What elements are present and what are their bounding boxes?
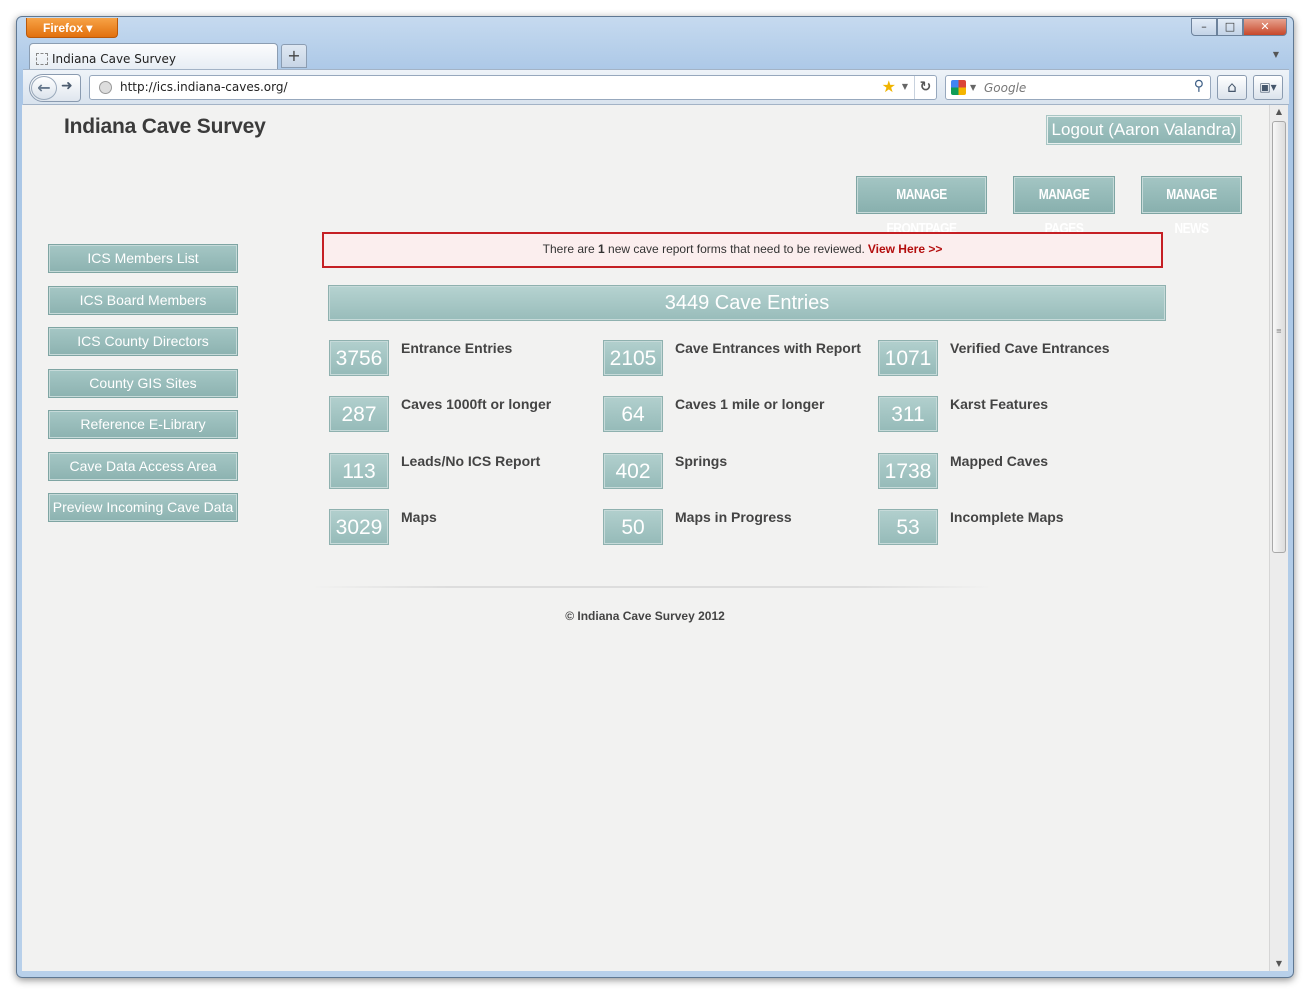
navigation-toolbar: ← ➜ http://ics.indiana-caves.org/ ★ ▼ ↻ … (23, 69, 1289, 105)
search-icon[interactable]: ⚲ (1194, 78, 1204, 94)
tab-title: Indiana Cave Survey (52, 52, 176, 66)
stat-value[interactable]: 287 (330, 397, 388, 431)
minimize-button[interactable]: – (1191, 18, 1217, 36)
alert-count: 1 (598, 242, 605, 256)
forward-button[interactable]: ➜ (61, 78, 73, 94)
sidebar-item-board-members[interactable]: ICS Board Members (49, 287, 237, 314)
stat-value[interactable]: 3756 (330, 341, 388, 375)
stat-label[interactable]: Verified Cave Entrances (950, 340, 1110, 356)
google-icon[interactable] (951, 80, 966, 95)
url-text: http://ics.indiana-caves.org/ (120, 80, 288, 94)
bookmarks-button[interactable]: ▣▾ (1253, 75, 1283, 100)
window-controls: – □ ✕ (1191, 18, 1287, 36)
firefox-menu-button[interactable]: Firefox ▾ (26, 18, 118, 38)
view-here-link[interactable]: View Here >> (868, 242, 943, 256)
cave-entries-total: 3449 Cave Entries (329, 286, 1165, 320)
bookmarks-icon: ▣▾ (1259, 80, 1277, 94)
logout-button[interactable]: Logout (Aaron Valandra) (1046, 115, 1242, 145)
vertical-scrollbar[interactable]: ▲ ≡ ▼ (1269, 105, 1288, 971)
stat-value[interactable]: 113 (330, 454, 388, 488)
firefox-menu-label: Firefox (43, 21, 84, 35)
globe-icon (99, 81, 112, 94)
manage-news-label: MANAGE NEWS (1166, 186, 1217, 237)
tab-list-chevron-icon[interactable]: ▼ (1273, 50, 1279, 59)
home-icon: ⌂ (1227, 78, 1237, 96)
review-alert: There are 1 new cave report forms that n… (322, 232, 1163, 268)
alert-suffix: new cave report forms that need to be re… (604, 242, 865, 256)
search-placeholder: Google (984, 81, 1027, 95)
chevron-down-icon: ▾ (86, 21, 93, 35)
stat-value[interactable]: 3029 (330, 510, 388, 544)
stat-value[interactable]: 2105 (604, 341, 662, 375)
reload-button[interactable]: ↻ (914, 76, 936, 99)
stat-value[interactable]: 311 (879, 397, 937, 431)
stat-value[interactable]: 1071 (879, 341, 937, 375)
search-input[interactable]: ▼ Google ⚲ (945, 75, 1211, 100)
stat-value[interactable]: 402 (604, 454, 662, 488)
grip-icon: ≡ (1276, 327, 1282, 335)
stat-value[interactable]: 50 (604, 510, 662, 544)
back-button[interactable]: ← (31, 76, 57, 100)
search-engine-dropdown-icon[interactable]: ▼ (970, 83, 976, 92)
manage-pages-button[interactable]: MANAGE PAGES (1014, 177, 1114, 237)
footer-divider (312, 586, 992, 588)
close-button[interactable]: ✕ (1243, 18, 1287, 36)
page-viewport: Indiana Cave Survey Logout (Aaron Valand… (22, 105, 1269, 971)
manage-news-button[interactable]: MANAGE NEWS (1142, 177, 1241, 237)
stat-label[interactable]: Entrance Entries (401, 340, 512, 356)
arrow-left-icon: ← (37, 78, 51, 97)
scroll-up-icon[interactable]: ▲ (1270, 105, 1288, 119)
home-button[interactable]: ⌂ (1217, 75, 1247, 100)
stat-label[interactable]: Incomplete Maps (950, 509, 1064, 525)
sidebar-item-preview-incoming[interactable]: Preview Incoming Cave Data (49, 494, 237, 521)
history-dropdown-icon[interactable]: ▼ (902, 82, 908, 91)
stat-label[interactable]: Maps in Progress (675, 509, 792, 525)
stat-label[interactable]: Caves 1 mile or longer (675, 396, 824, 412)
new-tab-button[interactable]: + (281, 44, 307, 68)
scrollbar-thumb[interactable]: ≡ (1272, 121, 1286, 553)
stat-value[interactable]: 1738 (879, 454, 937, 488)
stat-label[interactable]: Springs (675, 453, 727, 469)
arrow-right-icon: ➜ (61, 78, 73, 94)
sidebar-item-cave-data-access[interactable]: Cave Data Access Area (49, 453, 237, 480)
footer-copyright: © Indiana Cave Survey 2012 (565, 609, 725, 623)
bookmark-star-icon[interactable]: ★ (882, 77, 896, 96)
stat-label[interactable]: Karst Features (950, 396, 1048, 412)
sidebar-item-members-list[interactable]: ICS Members List (49, 245, 237, 272)
alert-prefix: There are (542, 242, 599, 256)
stat-label[interactable]: Cave Entrances with Report (675, 340, 861, 356)
stat-label[interactable]: Leads/No ICS Report (401, 453, 540, 469)
address-bar[interactable]: http://ics.indiana-caves.org/ ★ ▼ ↻ (89, 75, 937, 100)
back-forward-group: ← ➜ (29, 74, 81, 102)
scroll-down-icon[interactable]: ▼ (1270, 957, 1288, 971)
sidebar-item-county-gis-sites[interactable]: County GIS Sites (49, 370, 237, 397)
stat-label[interactable]: Maps (401, 509, 437, 525)
manage-frontpage-button[interactable]: MANAGE FRONTPAGE (857, 177, 986, 237)
maximize-button[interactable]: □ (1217, 18, 1243, 36)
page-favicon-icon (36, 53, 48, 65)
stat-value[interactable]: 53 (879, 510, 937, 544)
stat-value[interactable]: 64 (604, 397, 662, 431)
site-title: Indiana Cave Survey (64, 115, 266, 138)
stat-label[interactable]: Mapped Caves (950, 453, 1048, 469)
sidebar-item-reference-library[interactable]: Reference E-Library (49, 411, 237, 438)
sidebar-item-county-directors[interactable]: ICS County Directors (49, 328, 237, 355)
stat-label[interactable]: Caves 1000ft or longer (401, 396, 551, 412)
tab-indiana-cave-survey[interactable]: Indiana Cave Survey (29, 43, 278, 69)
